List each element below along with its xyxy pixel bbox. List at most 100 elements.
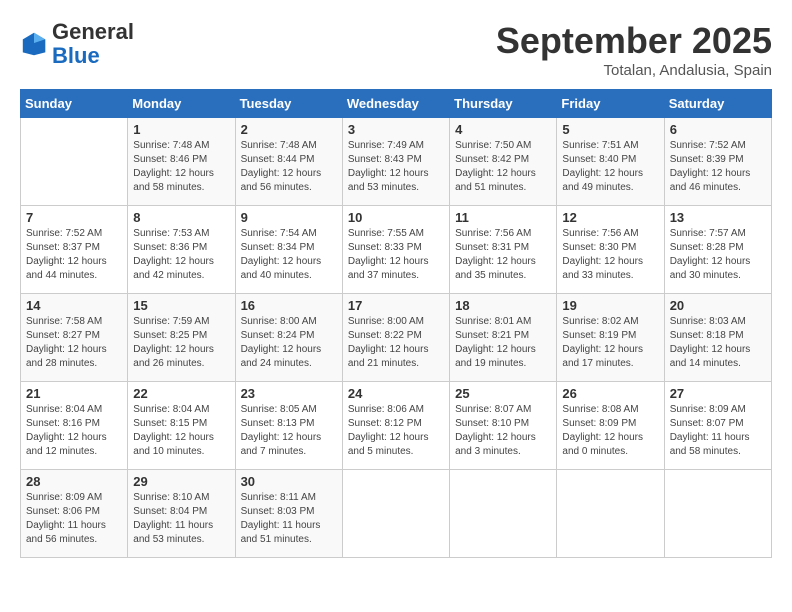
day-number: 8	[133, 210, 229, 225]
day-number: 1	[133, 122, 229, 137]
title-block: September 2025 Totalan, Andalusia, Spain	[496, 20, 772, 79]
day-info: Sunrise: 8:08 AM Sunset: 8:09 PM Dayligh…	[562, 403, 658, 459]
day-number: 22	[133, 386, 229, 401]
day-number: 25	[455, 386, 551, 401]
header-row: SundayMondayTuesdayWednesdayThursdayFrid…	[21, 90, 772, 118]
day-cell: 2Sunrise: 7:48 AM Sunset: 8:44 PM Daylig…	[235, 118, 342, 206]
day-cell: 19 Sunrise: 8:02 AM Sunset: 8:19 PM Dayli…	[557, 294, 664, 382]
day-info: Sunrise: 8:00 AM Sunset: 8:22 PM Dayligh…	[348, 315, 444, 371]
week-row-2: 7 Sunrise: 7:52 AM Sunset: 8:37 PM Daylig…	[21, 206, 772, 294]
day-info: Sunrise: 7:56 AM Sunset: 8:30 PM Dayligh…	[562, 227, 658, 283]
day-info: Sunrise: 8:02 AM Sunset: 8:19 PM Dayligh…	[562, 315, 658, 371]
day-cell: 20 Sunrise: 8:03 AM Sunset: 8:18 PM Dayli…	[664, 294, 771, 382]
day-number: 14	[26, 298, 122, 313]
day-number: 17	[348, 298, 444, 313]
day-number: 16	[241, 298, 337, 313]
day-cell: 14 Sunrise: 7:58 AM Sunset: 8:27 PM Dayli…	[21, 294, 128, 382]
day-cell: 9Sunrise: 7:54 AM Sunset: 8:34 PM Daylig…	[235, 206, 342, 294]
day-info: Sunrise: 8:03 AM Sunset: 8:18 PM Dayligh…	[670, 315, 766, 371]
day-cell: 25Sunrise: 8:07 AM Sunset: 8:10 PM Dayli…	[450, 382, 557, 470]
col-header-saturday: Saturday	[664, 90, 771, 118]
day-cell: 8 Sunrise: 7:53 AM Sunset: 8:36 PM Daylig…	[128, 206, 235, 294]
day-cell: 18 Sunrise: 8:01 AM Sunset: 8:21 PM Dayli…	[450, 294, 557, 382]
col-header-wednesday: Wednesday	[342, 90, 449, 118]
day-number: 24	[348, 386, 444, 401]
day-cell: 17 Sunrise: 8:00 AM Sunset: 8:22 PM Dayli…	[342, 294, 449, 382]
day-info: Sunrise: 7:55 AM Sunset: 8:33 PM Dayligh…	[348, 227, 444, 283]
day-info: Sunrise: 7:52 AM Sunset: 8:39 PM Dayligh…	[670, 139, 766, 195]
day-info: Sunrise: 7:51 AM Sunset: 8:40 PM Dayligh…	[562, 139, 658, 195]
day-cell: 4 Sunrise: 7:50 AM Sunset: 8:42 PM Daylig…	[450, 118, 557, 206]
day-info: Sunrise: 7:58 AM Sunset: 8:27 PM Dayligh…	[26, 315, 122, 371]
col-header-monday: Monday	[128, 90, 235, 118]
day-number: 13	[670, 210, 766, 225]
week-row-4: 21 Sunrise: 8:04 AM Sunset: 8:16 PM Dayli…	[21, 382, 772, 470]
day-cell: 21 Sunrise: 8:04 AM Sunset: 8:16 PM Dayli…	[21, 382, 128, 470]
day-cell: 12Sunrise: 7:56 AM Sunset: 8:30 PM Dayli…	[557, 206, 664, 294]
day-info: Sunrise: 7:52 AM Sunset: 8:37 PM Dayligh…	[26, 227, 122, 283]
day-cell: 11 Sunrise: 7:56 AM Sunset: 8:31 PM Dayli…	[450, 206, 557, 294]
day-info: Sunrise: 8:00 AM Sunset: 8:24 PM Dayligh…	[241, 315, 337, 371]
day-number: 11	[455, 210, 551, 225]
week-row-3: 14 Sunrise: 7:58 AM Sunset: 8:27 PM Dayli…	[21, 294, 772, 382]
day-info: Sunrise: 8:05 AM Sunset: 8:13 PM Dayligh…	[241, 403, 337, 459]
day-info: Sunrise: 8:04 AM Sunset: 8:16 PM Dayligh…	[26, 403, 122, 459]
day-cell: 15 Sunrise: 7:59 AM Sunset: 8:25 PM Dayli…	[128, 294, 235, 382]
day-info: Sunrise: 7:50 AM Sunset: 8:42 PM Dayligh…	[455, 139, 551, 195]
col-header-sunday: Sunday	[21, 90, 128, 118]
day-info: Sunrise: 8:01 AM Sunset: 8:21 PM Dayligh…	[455, 315, 551, 371]
day-number: 9	[241, 210, 337, 225]
day-cell: 16 Sunrise: 8:00 AM Sunset: 8:24 PM Dayli…	[235, 294, 342, 382]
day-number: 19	[562, 298, 658, 313]
calendar-table: SundayMondayTuesdayWednesdayThursdayFrid…	[20, 89, 772, 558]
day-cell: 26 Sunrise: 8:08 AM Sunset: 8:09 PM Dayli…	[557, 382, 664, 470]
day-info: Sunrise: 7:59 AM Sunset: 8:25 PM Dayligh…	[133, 315, 229, 371]
day-cell	[664, 470, 771, 558]
day-cell: 23Sunrise: 8:05 AM Sunset: 8:13 PM Dayli…	[235, 382, 342, 470]
day-cell: 30 Sunrise: 8:11 AM Sunset: 8:03 PM Dayli…	[235, 470, 342, 558]
day-info: Sunrise: 7:48 AM Sunset: 8:44 PM Dayligh…	[241, 139, 337, 195]
day-number: 29	[133, 474, 229, 489]
day-cell: 6 Sunrise: 7:52 AM Sunset: 8:39 PM Daylig…	[664, 118, 771, 206]
day-cell	[21, 118, 128, 206]
day-cell: 24 Sunrise: 8:06 AM Sunset: 8:12 PM Dayli…	[342, 382, 449, 470]
day-cell: 10 Sunrise: 7:55 AM Sunset: 8:33 PM Dayli…	[342, 206, 449, 294]
day-number: 7	[26, 210, 122, 225]
day-number: 10	[348, 210, 444, 225]
day-info: Sunrise: 8:09 AM Sunset: 8:06 PM Dayligh…	[26, 491, 122, 547]
day-number: 3	[348, 122, 444, 137]
day-cell: 7 Sunrise: 7:52 AM Sunset: 8:37 PM Daylig…	[21, 206, 128, 294]
day-cell: 29 Sunrise: 8:10 AM Sunset: 8:04 PM Dayli…	[128, 470, 235, 558]
day-cell	[450, 470, 557, 558]
col-header-thursday: Thursday	[450, 90, 557, 118]
day-cell: 5 Sunrise: 7:51 AM Sunset: 8:40 PM Daylig…	[557, 118, 664, 206]
logo-text: General Blue	[52, 20, 134, 68]
logo-icon	[20, 30, 48, 58]
day-number: 26	[562, 386, 658, 401]
day-info: Sunrise: 7:48 AM Sunset: 8:46 PM Dayligh…	[133, 139, 229, 195]
day-info: Sunrise: 7:56 AM Sunset: 8:31 PM Dayligh…	[455, 227, 551, 283]
day-number: 15	[133, 298, 229, 313]
day-info: Sunrise: 8:11 AM Sunset: 8:03 PM Dayligh…	[241, 491, 337, 547]
day-number: 5	[562, 122, 658, 137]
logo: General Blue	[20, 20, 134, 68]
day-number: 20	[670, 298, 766, 313]
day-cell: 1 Sunrise: 7:48 AM Sunset: 8:46 PM Daylig…	[128, 118, 235, 206]
day-info: Sunrise: 7:57 AM Sunset: 8:28 PM Dayligh…	[670, 227, 766, 283]
day-info: Sunrise: 8:09 AM Sunset: 8:07 PM Dayligh…	[670, 403, 766, 459]
day-number: 18	[455, 298, 551, 313]
day-number: 30	[241, 474, 337, 489]
day-number: 6	[670, 122, 766, 137]
month-title: September 2025	[496, 20, 772, 62]
day-number: 21	[26, 386, 122, 401]
col-header-friday: Friday	[557, 90, 664, 118]
day-cell: 3 Sunrise: 7:49 AM Sunset: 8:43 PM Daylig…	[342, 118, 449, 206]
day-info: Sunrise: 7:49 AM Sunset: 8:43 PM Dayligh…	[348, 139, 444, 195]
day-cell: 22Sunrise: 8:04 AM Sunset: 8:15 PM Dayli…	[128, 382, 235, 470]
day-number: 28	[26, 474, 122, 489]
day-info: Sunrise: 8:06 AM Sunset: 8:12 PM Dayligh…	[348, 403, 444, 459]
day-info: Sunrise: 7:53 AM Sunset: 8:36 PM Dayligh…	[133, 227, 229, 283]
day-cell	[342, 470, 449, 558]
day-info: Sunrise: 8:10 AM Sunset: 8:04 PM Dayligh…	[133, 491, 229, 547]
day-number: 4	[455, 122, 551, 137]
